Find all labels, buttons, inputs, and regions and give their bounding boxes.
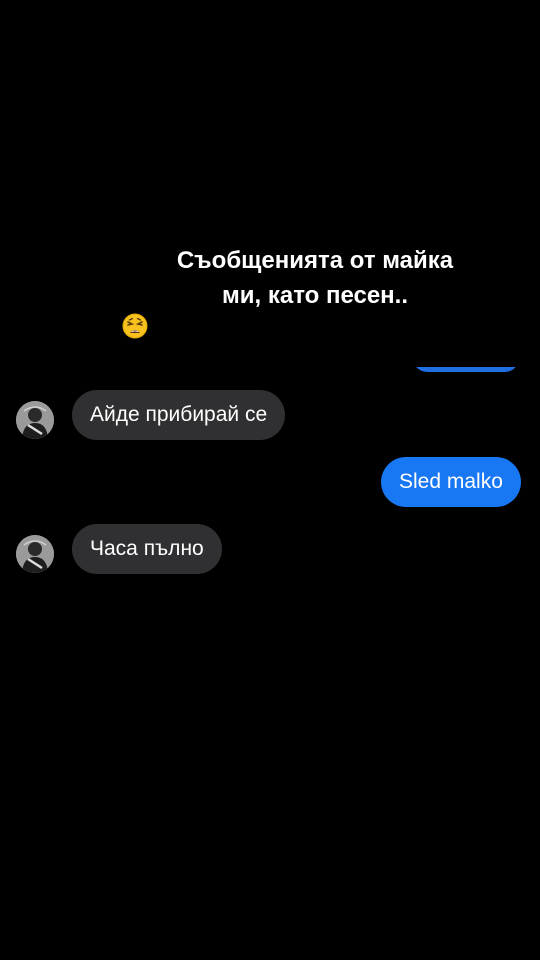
story-caption: Съобщенията от майка ми, като песен.. [120, 243, 510, 339]
weary-face-emoji-icon [122, 313, 148, 339]
incoming-message-2[interactable]: Часа пълно [72, 524, 222, 574]
contact-avatar-1[interactable] [16, 401, 54, 439]
caption-line-2: ми, като песен.. [221, 282, 409, 309]
previous-outgoing-bubble [413, 348, 519, 372]
caption-line-1: Съобщенията от майка [176, 247, 454, 274]
outgoing-message-1[interactable]: Sled malko [381, 457, 521, 507]
caption-line-2-wrap: ми, като песен.. [120, 278, 510, 339]
incoming-message-1[interactable]: Айде прибирай се [72, 390, 286, 440]
contact-avatar-2[interactable] [16, 535, 54, 573]
